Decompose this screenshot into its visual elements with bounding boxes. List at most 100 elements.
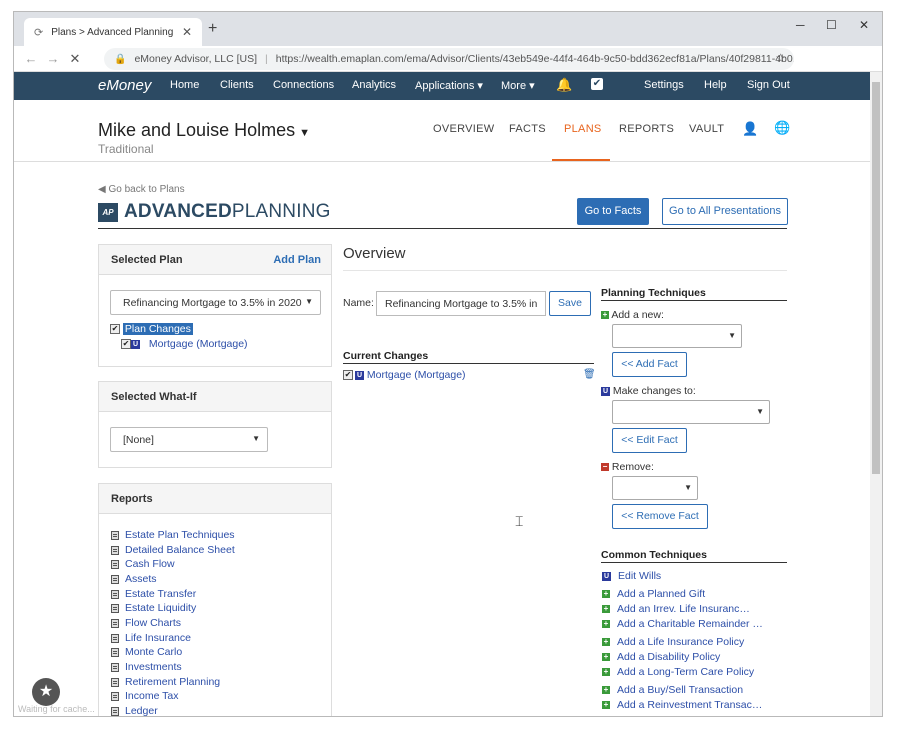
report-link[interactable]: Flow Charts (111, 617, 181, 629)
site-name: eMoney Advisor, LLC [US] (134, 53, 258, 65)
page-viewport: eMoney Home Clients Connections Analytic… (14, 72, 870, 716)
current-change-item[interactable]: ✔ U Mortgage (Mortgage) (343, 369, 466, 381)
new-tab-icon[interactable]: + (208, 20, 217, 38)
add-new-select[interactable]: ▼ (612, 324, 742, 348)
common-technique-link[interactable]: U Edit Wills (602, 570, 661, 582)
back-label: Go back to Plans (108, 184, 185, 195)
what-if-value: [None] (123, 434, 154, 446)
report-icon (111, 633, 119, 643)
loading-icon: ⟳ (34, 26, 44, 39)
checkbox[interactable]: ✔ (343, 370, 353, 381)
back-to-plans-link[interactable]: ◀ Go back to Plans (98, 184, 185, 195)
trash-icon[interactable]: 🗑 (583, 369, 596, 380)
report-link[interactable]: Estate Plan Techniques (111, 529, 235, 541)
nav-sign-out[interactable]: Sign Out (747, 79, 790, 91)
add-plan-link[interactable]: Add Plan (273, 254, 321, 266)
report-icon (111, 677, 119, 687)
nav-connections[interactable]: Connections (273, 79, 334, 91)
close-tab-icon[interactable]: ✕ (182, 25, 192, 39)
nav-clients[interactable]: Clients (220, 79, 254, 91)
tab-reports[interactable]: REPORTS (619, 123, 674, 135)
plus-icon: + (602, 685, 610, 695)
nav-help[interactable]: Help (704, 79, 727, 91)
report-link[interactable]: Income Tax (111, 690, 179, 702)
browser-tab[interactable]: ⟳ Plans > Advanced Planning ✕ (24, 18, 202, 46)
tab-vault[interactable]: VAULT (689, 123, 724, 135)
common-technique-link[interactable]: + Add a Planned Gift (602, 588, 705, 600)
plan-select[interactable]: Refinancing Mortgage to 3.5% in 2020 ▼ (110, 290, 321, 315)
globe-icon[interactable]: 🌐 (774, 120, 791, 136)
common-technique-link[interactable]: + Add an Irrev. Life Insuranc… (602, 603, 750, 615)
common-technique-link[interactable]: + Add a Reinvestment Transac… (602, 699, 762, 711)
nav-more[interactable]: More ▾ (501, 79, 535, 92)
common-technique-link[interactable]: + Add a Disability Policy (602, 651, 720, 663)
plan-tree-child[interactable]: ✔ U Mortgage (Mortgage) (121, 338, 248, 350)
plan-name-input[interactable]: Refinancing Mortgage to 3.5% in (376, 291, 546, 316)
url-field[interactable]: 🔒 eMoney Advisor, LLC [US] | https://wea… (104, 48, 794, 70)
report-link[interactable]: Ledger (111, 705, 158, 716)
nav-settings[interactable]: Settings (644, 79, 684, 91)
mouse-cursor-icon: ⌶ (515, 513, 524, 529)
minimize-icon[interactable]: ─ (796, 18, 805, 32)
current-change-link[interactable]: Mortgage (Mortgage) (367, 369, 466, 381)
close-window-icon[interactable]: ✕ (859, 18, 869, 32)
go-to-facts-button[interactable]: Go to Facts (577, 198, 649, 225)
report-link[interactable]: Detailed Balance Sheet (111, 544, 235, 556)
report-icon (111, 559, 119, 569)
plan-changes-label: Plan Changes (122, 323, 193, 335)
nav-home[interactable]: Home (170, 79, 199, 91)
plan-tree-root[interactable]: ✔ Plan Changes (110, 323, 193, 335)
common-technique-link[interactable]: + Add a Charitable Remainder … (602, 618, 763, 630)
user-icon[interactable]: 👤 (742, 121, 759, 137)
report-link[interactable]: Cash Flow (111, 558, 175, 570)
mortgage-link[interactable]: Mortgage (Mortgage) (149, 338, 248, 350)
back-icon[interactable]: ← (20, 51, 42, 66)
common-divider (601, 562, 787, 563)
make-changes-select[interactable]: ▼ (612, 400, 770, 424)
report-link[interactable]: Estate Liquidity (111, 602, 196, 614)
tab-title: Plans > Advanced Planning (51, 26, 174, 38)
report-link[interactable]: Assets (111, 573, 157, 585)
plan-select-value: Refinancing Mortgage to 3.5% in 2020 (123, 297, 302, 309)
common-technique-link[interactable]: + Add a Buy/Sell Transaction (602, 684, 743, 696)
save-button[interactable]: Save (549, 291, 591, 316)
maximize-icon[interactable]: ☐ (826, 18, 837, 32)
forward-icon[interactable]: → (42, 51, 64, 66)
checkbox[interactable]: ✔ (110, 324, 120, 335)
checkbox[interactable]: ✔ (121, 339, 131, 350)
report-link[interactable]: Monte Carlo (111, 646, 182, 658)
scrollbar-thumb[interactable] (872, 82, 880, 474)
report-link[interactable]: Life Insurance (111, 632, 191, 644)
client-name-dropdown[interactable]: Mike and Louise Holmes ▼ (98, 120, 310, 141)
lock-icon: 🔒 (114, 53, 127, 65)
tab-plans[interactable]: PLANS (564, 123, 602, 135)
vertical-scrollbar[interactable] (870, 72, 882, 716)
stop-icon[interactable]: ✕ (64, 51, 86, 67)
tab-strip: ⟳ Plans > Advanced Planning ✕ + ─ ☐ ✕ (14, 12, 882, 46)
remove-fact-button[interactable]: << Remove Fact (612, 504, 708, 529)
tab-overview[interactable]: OVERVIEW (433, 123, 495, 135)
make-changes-label: U Make changes to: (601, 385, 696, 397)
report-link[interactable]: Retirement Planning (111, 676, 220, 688)
what-if-select[interactable]: [None] ▼ (110, 427, 268, 452)
what-if-panel: Selected What-If [None] ▼ (98, 381, 332, 468)
edit-fact-button[interactable]: << Edit Fact (612, 428, 687, 453)
common-technique-link[interactable]: + Add a Life Insurance Policy (602, 636, 744, 648)
report-link[interactable]: Estate Transfer (111, 588, 196, 600)
report-link[interactable]: Investments (111, 661, 182, 673)
minus-icon: − (601, 462, 609, 472)
nav-applications[interactable]: Applications ▾ (415, 79, 483, 92)
tab-facts[interactable]: FACTS (509, 123, 546, 135)
tasks-check-icon[interactable]: ✔ (591, 78, 603, 90)
what-if-header: Selected What-If (99, 382, 331, 412)
bell-icon[interactable]: 🔔 (556, 77, 572, 93)
report-icon (111, 530, 119, 540)
remove-select[interactable]: ▼ (612, 476, 698, 500)
bookmark-star-icon[interactable]: ☆ (775, 51, 786, 65)
go-to-presentations-button[interactable]: Go to All Presentations (662, 198, 788, 225)
nav-analytics[interactable]: Analytics (352, 79, 396, 91)
planning-techniques-title: Planning Techniques (601, 287, 706, 299)
add-fact-button[interactable]: << Add Fact (612, 352, 687, 377)
emoney-logo[interactable]: eMoney (98, 77, 151, 94)
common-technique-link[interactable]: + Add a Long-Term Care Policy (602, 666, 754, 678)
